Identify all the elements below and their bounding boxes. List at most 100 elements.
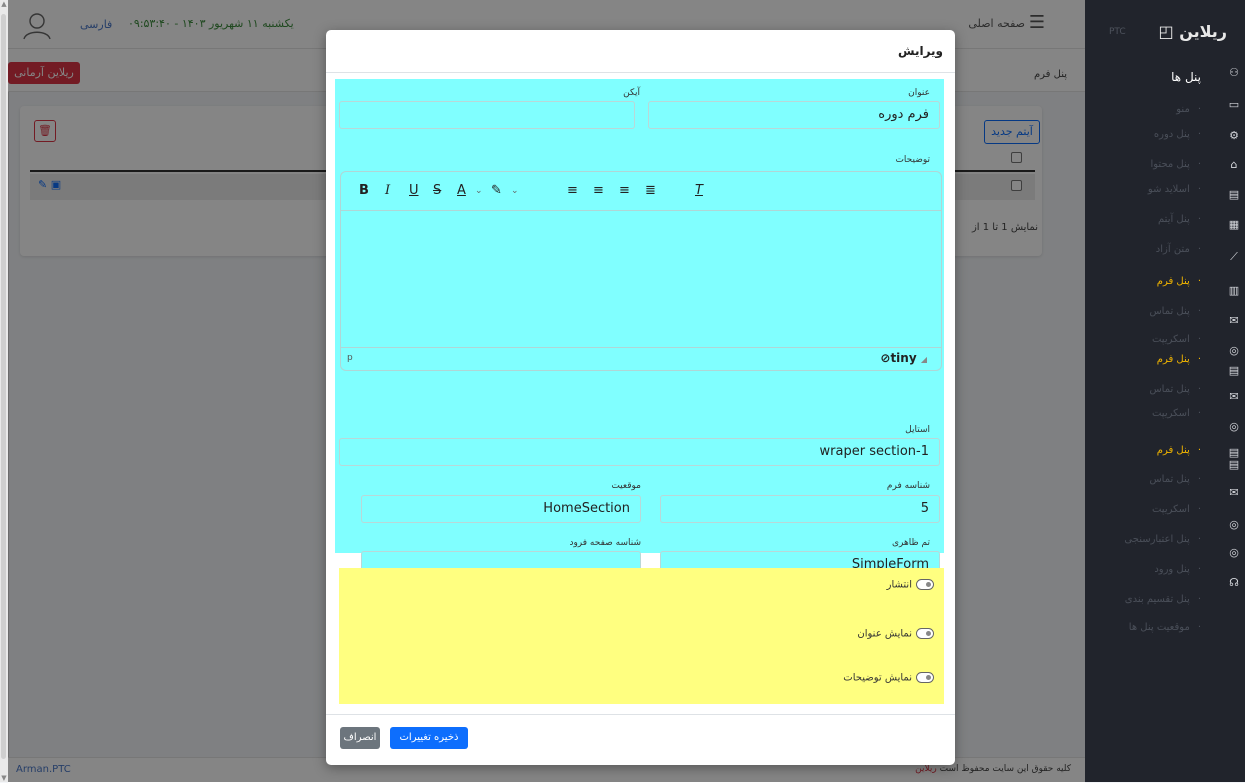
sidebar-item-label: پنل آیتم	[1158, 214, 1190, 225]
mail-icon[interactable]: ✉	[1227, 486, 1241, 500]
mail-icon[interactable]: ✉	[1227, 314, 1241, 328]
headset-icon[interactable]: ☊	[1227, 576, 1241, 590]
tiny-logo[interactable]: ⊘tiny ◢	[880, 351, 927, 365]
bold-icon[interactable]: B	[359, 183, 369, 198]
show-description-switch[interactable]	[916, 672, 934, 683]
text-color-icon[interactable]: A	[457, 183, 466, 198]
description-label: توضیحات	[895, 155, 930, 165]
brand-logo[interactable]: ◰ ریلاین	[1159, 22, 1227, 41]
title-input[interactable]: فرم دوره	[648, 101, 940, 129]
sidebar-item-label: پنل دوره	[1153, 129, 1190, 140]
sidebar-item[interactable]: پنل اعتبارسنجی ·	[1124, 534, 1201, 545]
sidebar: PTC ◰ ریلاین پنل ها منو · پنل دوره · پنل محت…	[1085, 0, 1245, 782]
position-label: موقعیت	[611, 481, 641, 491]
sidebar-item[interactable]: پنل تقسیم بندی ·	[1125, 594, 1201, 605]
sidebar-item[interactable]: پنل فرم ·	[1157, 445, 1201, 456]
underline-icon[interactable]: U	[409, 183, 419, 198]
element-path[interactable]: p	[347, 353, 353, 363]
align-center-icon[interactable]: ≡	[593, 183, 604, 198]
sidebar-item[interactable]: پنل فرم ·	[1157, 354, 1201, 365]
bullet-icon: ·	[1197, 622, 1201, 633]
form-icon[interactable]: ▤	[1227, 364, 1241, 378]
publish-toggle[interactable]: انتشار	[887, 579, 934, 591]
toggles-panel: انتشار نمایش عنوان نمایش توضیحات	[339, 568, 944, 704]
style-input[interactable]: wraper section-1	[339, 438, 940, 466]
text-color-chevron-icon[interactable]: ⌄	[475, 186, 483, 196]
sidebar-item[interactable]: پنل فرم ·	[1157, 276, 1201, 287]
sidebar-item[interactable]: پنل تماس ·	[1149, 384, 1201, 395]
chat-icon[interactable]: ◎	[1227, 344, 1241, 358]
sidebar-item-label: پنل محتوا	[1150, 159, 1190, 170]
bullet-icon: ·	[1197, 445, 1201, 456]
landing-id-label: شناسه صفحه فرود	[569, 538, 641, 548]
settings-icon[interactable]: ⚙	[1227, 129, 1241, 143]
chat-icon[interactable]: ◎	[1227, 420, 1241, 434]
mail-icon[interactable]: ✉	[1227, 390, 1241, 404]
italic-icon[interactable]: I	[385, 183, 390, 198]
bullet-icon: ·	[1197, 564, 1201, 575]
sidebar-item-label: پنل اعتبارسنجی	[1124, 534, 1190, 545]
highlight-chevron-icon[interactable]: ⌄	[511, 186, 519, 196]
resize-handle-icon[interactable]: ◢	[921, 355, 927, 364]
show-description-toggle[interactable]: نمایش توضیحات	[843, 672, 934, 684]
chat-icon[interactable]: ◎	[1227, 518, 1241, 532]
clear-format-icon[interactable]: T	[695, 183, 703, 198]
sidebar-item-label: موقعیت پنل ها	[1128, 622, 1190, 633]
bullet-icon: ·	[1197, 104, 1201, 115]
position-input[interactable]: HomeSection	[361, 495, 641, 523]
chart-icon[interactable]: ⟋	[1227, 250, 1241, 264]
tiny-logo-icon: ⊘	[880, 351, 891, 365]
cancel-button[interactable]: انصراف	[340, 727, 380, 749]
users-icon[interactable]: ⚇	[1227, 66, 1241, 80]
justify-icon[interactable]: ≣	[645, 183, 656, 198]
content-icon[interactable]: ▤	[1227, 188, 1241, 202]
bullet-icon: ·	[1197, 129, 1201, 140]
sidebar-title: پنل ها	[1171, 70, 1201, 84]
bullet-icon: ·	[1197, 159, 1201, 170]
show-title-toggle[interactable]: نمایش عنوان	[857, 628, 934, 640]
title-label: عنوان	[908, 88, 930, 98]
align-right-icon[interactable]: ≡	[619, 183, 630, 198]
scroll-down-icon[interactable]: ▼	[0, 774, 8, 782]
sidebar-item[interactable]: پنل دوره ·	[1154, 129, 1201, 140]
style-label: استایل	[905, 425, 930, 435]
theme-label: تم ظاهری	[891, 538, 930, 548]
sidebar-item[interactable]: پنل آیتم ·	[1158, 214, 1201, 225]
bullet-icon: ·	[1197, 306, 1201, 317]
sidebar-item[interactable]: پنل تماس ·	[1149, 474, 1201, 485]
slides-icon[interactable]: ▦	[1227, 218, 1241, 232]
sidebar-item[interactable]: موقعیت پنل ها ·	[1129, 622, 1201, 633]
form-id-input[interactable]: 5	[660, 495, 940, 523]
sidebar-item-label: منو	[1176, 104, 1190, 115]
show-title-switch[interactable]	[916, 628, 934, 639]
form-icon[interactable]: ▥	[1227, 284, 1241, 298]
sidebar-item[interactable]: پنل محتوا ·	[1150, 159, 1201, 170]
form-icon[interactable]: ▤	[1227, 458, 1241, 472]
sidebar-item[interactable]: پنل ورود ·	[1154, 564, 1201, 575]
publish-label: انتشار	[886, 579, 912, 591]
strikethrough-icon[interactable]: S	[433, 183, 441, 198]
icon-label: آیکن	[623, 88, 640, 98]
course-icon[interactable]: ⌂	[1227, 158, 1241, 172]
chat-icon[interactable]: ◎	[1227, 546, 1241, 560]
icon-input[interactable]	[339, 101, 635, 129]
sidebar-item-label: اسلاید شو	[1147, 184, 1190, 195]
sidebar-item[interactable]: اسکریپت ·	[1152, 408, 1201, 419]
publish-switch[interactable]	[916, 579, 934, 590]
bullet-icon: ·	[1197, 504, 1201, 515]
sidebar-item[interactable]: اسکریپت ·	[1152, 334, 1201, 345]
sidebar-item[interactable]: اسکریپت ·	[1152, 504, 1201, 515]
highlight-icon[interactable]: ✎	[491, 183, 502, 198]
scroll-up-icon[interactable]: ▲	[0, 0, 8, 8]
sidebar-item[interactable]: اسلاید شو ·	[1148, 184, 1201, 195]
align-left-icon[interactable]: ≡	[567, 183, 578, 198]
sidebar-item[interactable]: متن آزاد ·	[1156, 244, 1201, 255]
sidebar-item[interactable]: منو ·	[1176, 104, 1201, 115]
bullet-icon: ·	[1197, 474, 1201, 485]
save-changes-button[interactable]: ذخیره تغییرات	[390, 727, 468, 749]
monitor-icon[interactable]: ▭	[1227, 98, 1241, 112]
scroll-thumb[interactable]	[1, 14, 6, 759]
sidebar-item[interactable]: پنل تماس ·	[1149, 306, 1201, 317]
modal-header-divider	[326, 72, 955, 73]
editor-content-area[interactable]	[341, 211, 941, 347]
